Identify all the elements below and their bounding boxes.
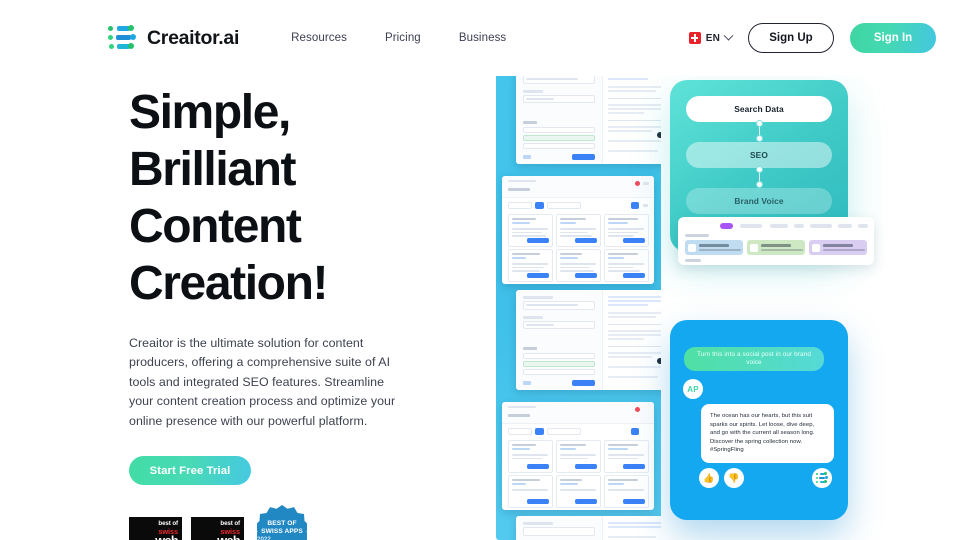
nav-item-business[interactable]: Business	[459, 32, 506, 44]
product-screenshot-grid	[502, 176, 654, 284]
chevron-down-icon	[723, 30, 734, 41]
award-web-label: web	[155, 534, 178, 540]
flow-step-brand-voice[interactable]: Brand Voice	[686, 188, 832, 214]
nav-item-resources[interactable]: Resources	[291, 32, 347, 44]
hero-heading-line-3: Content	[129, 200, 302, 253]
header-actions: EN Sign Up Sign In	[688, 23, 936, 53]
product-screenshot-editor-3	[516, 516, 661, 540]
hero-heading-line-2: Brilliant	[129, 143, 296, 196]
product-screenshot-column	[496, 68, 661, 540]
flow-step-seo[interactable]: SEO	[686, 142, 832, 168]
swiss-flag-icon	[688, 32, 701, 44]
active-tab-pill	[720, 223, 733, 229]
award-badge-productivity: best of swiss web productivity silver 20…	[129, 517, 182, 540]
start-free-trial-button[interactable]: Start Free Trial	[129, 456, 251, 486]
hero-section: Simple, Brilliant Content Creation! Crea…	[129, 84, 459, 540]
hero-visuals: Search Data SEO Brand Voice Turn this in…	[480, 0, 960, 540]
flow-step-search-data[interactable]: Search Data	[686, 96, 832, 122]
flow-node-dot	[755, 181, 763, 188]
language-code: EN	[705, 32, 720, 44]
brand-logo[interactable]: Creaitor.ai	[108, 25, 239, 51]
language-selector[interactable]: EN	[688, 30, 734, 44]
award-title: BEST OF SWISS APPS	[261, 520, 303, 536]
flow-node-dot	[755, 135, 763, 142]
product-screenshot-grid-2	[502, 402, 654, 510]
thumbs-down-icon[interactable]: 👎	[724, 468, 744, 488]
site-header: Creaitor.ai Resources Pricing Business E…	[0, 0, 960, 76]
hero-heading-line-1: Simple,	[129, 86, 291, 139]
award-web-label: web	[217, 534, 240, 540]
starburst-seal-icon: BEST OF SWISS APPS 2022	[257, 505, 307, 540]
brand-name: Creaitor.ai	[147, 26, 240, 49]
chat-user-message: Turn this into a social post in our bran…	[684, 347, 824, 371]
product-screenshot-editor-2	[516, 290, 661, 390]
hero-description: Creaitor is the ultimate solution for co…	[129, 336, 396, 428]
nav-item-pricing[interactable]: Pricing	[385, 32, 421, 44]
sign-up-button[interactable]: Sign Up	[748, 23, 834, 53]
product-screenshot-editor	[516, 68, 661, 164]
flow-card: Search Data SEO Brand Voice	[670, 80, 874, 265]
page-title: Simple, Brilliant Content Creation!	[129, 84, 459, 312]
award-badge-swiss-apps: BEST OF SWISS APPS 2022 INNOVATION BRONZ…	[253, 505, 311, 540]
flow-node-dot	[755, 166, 763, 173]
primary-nav: Resources Pricing Business	[291, 32, 506, 44]
network-nodes-icon	[108, 25, 138, 51]
award-year: 2022	[257, 535, 271, 540]
flow-node-dot	[755, 120, 763, 127]
flow-panel-mockup	[678, 217, 874, 265]
chat-ai-message: The ocean has our hearts, but this suit …	[701, 404, 834, 463]
landing-page: Creaitor.ai Resources Pricing Business E…	[0, 0, 960, 540]
avatar: AP	[683, 379, 703, 399]
award-badges: best of swiss web productivity silver 20…	[129, 505, 459, 540]
hero-heading-line-4: Creation!	[129, 257, 328, 310]
network-nodes-icon	[815, 472, 829, 484]
thumbs-up-icon[interactable]: 👍	[699, 468, 719, 488]
brand-icon-button[interactable]	[812, 468, 832, 488]
sign-in-button[interactable]: Sign In	[850, 23, 936, 53]
award-badge-innovation: best of swiss web innovation silver 2023	[191, 517, 244, 540]
chat-card: Turn this into a social post in our bran…	[670, 320, 848, 520]
